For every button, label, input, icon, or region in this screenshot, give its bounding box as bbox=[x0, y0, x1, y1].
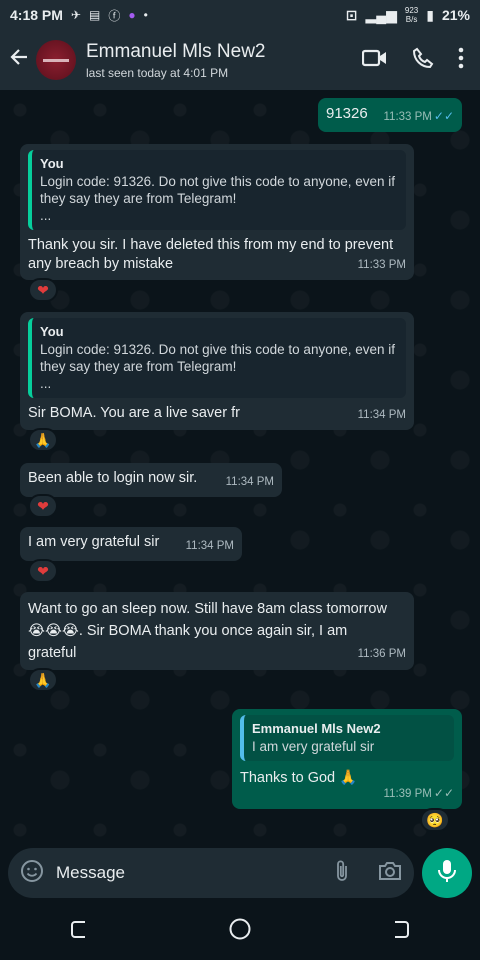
message-bubble-incoming[interactable]: I am very grateful sir 11:34 PM bbox=[20, 527, 242, 561]
pray-reaction-icon: 🙏 bbox=[34, 431, 52, 448]
voice-message-button[interactable] bbox=[422, 848, 472, 898]
read-ticks-icon: ✓✓ bbox=[433, 786, 454, 800]
message-time: 11:39 PM ✓✓ bbox=[383, 786, 454, 800]
message-bubble-outgoing[interactable]: 91326 11:33 PM ✓✓ bbox=[318, 98, 462, 132]
message-text: Thank you sir. I have deleted this from … bbox=[28, 237, 394, 272]
last-seen: last seen today at 4:01 PM bbox=[86, 65, 229, 80]
heart-reaction-icon: ❤ bbox=[37, 281, 49, 298]
camera-icon[interactable] bbox=[378, 861, 402, 886]
network-speed: 923 B/s bbox=[405, 6, 418, 24]
message-time: 11:34 PM bbox=[185, 540, 234, 552]
reaction-badge[interactable]: ❤ bbox=[28, 559, 58, 583]
contact-info[interactable]: Emmanuel Mls New2 last seen today at 4:0… bbox=[86, 41, 266, 80]
reaction-badge[interactable]: 🥺 bbox=[420, 808, 450, 832]
heart-reaction-icon: ❤ bbox=[37, 497, 49, 514]
message-time: 11:34 PM bbox=[357, 409, 406, 421]
quote-text: Login code: 91326. Do not give this code… bbox=[40, 174, 396, 206]
message-text: I am very grateful sir bbox=[28, 534, 160, 550]
message-time: 11:33 PM bbox=[357, 259, 406, 271]
reaction-badge[interactable]: 🙏 bbox=[28, 668, 58, 692]
message-bubble-incoming[interactable]: Want to go an sleep now. Still have 8am … bbox=[20, 592, 414, 670]
message-bubble-incoming[interactable]: You Login code: 91326. Do not give this … bbox=[20, 144, 414, 280]
chat-header: Emmanuel Mls New2 last seen today at 4:0… bbox=[0, 30, 480, 90]
facebook-icon: ⓕ bbox=[108, 8, 121, 23]
phone-call-icon[interactable] bbox=[412, 47, 434, 74]
quoted-message[interactable]: Emmanuel Mls New2 I am very grateful sir bbox=[240, 715, 454, 761]
status-right: ⊡ ▂▄▆ 923 B/s ▮ 21% bbox=[346, 6, 470, 24]
status-bar: 4:18 PM ✈ ▤ ⓕ ● • ⊡ ▂▄▆ 923 B/s ▮ 21% bbox=[0, 0, 480, 30]
quoted-message[interactable]: You Login code: 91326. Do not give this … bbox=[28, 150, 406, 230]
contact-name: Emmanuel Mls New2 bbox=[86, 40, 266, 62]
message-bubble-incoming[interactable]: Been able to login now sir. 11:34 PM bbox=[20, 463, 282, 497]
message-time: 11:34 PM bbox=[225, 476, 274, 488]
message-bubble-incoming[interactable]: You Login code: 91326. Do not give this … bbox=[20, 312, 414, 430]
message-time: 11:36 PM bbox=[357, 648, 406, 660]
quote-sender: Emmanuel Mls New2 bbox=[252, 721, 381, 736]
message-text: Been able to login now sir. bbox=[28, 470, 198, 486]
quote-text: Login code: 91326. Do not give this code… bbox=[40, 342, 396, 374]
message-text: 91326 bbox=[326, 105, 368, 122]
speed-value: 923 bbox=[404, 6, 419, 15]
back-nav-icon[interactable] bbox=[389, 918, 411, 945]
video-call-icon[interactable] bbox=[361, 48, 388, 73]
quote-more: ... bbox=[40, 208, 52, 223]
back-arrow-icon[interactable] bbox=[2, 46, 36, 74]
quote-sender: You bbox=[40, 324, 64, 339]
message-text: Want to go an sleep now. Still have 8am … bbox=[28, 601, 387, 661]
notes-icon: ▤ bbox=[88, 8, 101, 22]
speed-unit: B/s bbox=[405, 15, 418, 24]
vibrate-icon: ⊡ bbox=[345, 6, 358, 23]
home-icon[interactable] bbox=[228, 917, 252, 946]
pleading-reaction-icon: 🥺 bbox=[426, 811, 444, 828]
read-ticks-icon: ✓✓ bbox=[433, 109, 454, 123]
message-input[interactable] bbox=[44, 863, 334, 883]
message-box bbox=[8, 848, 414, 898]
reaction-badge[interactable]: ❤ bbox=[28, 278, 58, 302]
message-text: Sir BOMA. You are a live saver fr bbox=[28, 405, 240, 421]
chat-area[interactable]: 91326 11:33 PM ✓✓ You Login code: 91326. … bbox=[0, 90, 480, 842]
avatar[interactable] bbox=[36, 40, 76, 80]
heart-reaction-icon: ❤ bbox=[37, 562, 49, 579]
attach-icon[interactable] bbox=[334, 859, 350, 888]
status-time: 4:18 PM bbox=[10, 7, 63, 23]
quote-sender: You bbox=[40, 156, 64, 171]
pray-reaction-icon: 🙏 bbox=[34, 671, 52, 688]
recent-apps-icon[interactable] bbox=[69, 918, 91, 945]
signal-icon: ▂▄▆ bbox=[365, 6, 397, 23]
battery-icon: ▮ bbox=[426, 6, 434, 23]
message-time: 11:33 PM ✓✓ bbox=[383, 109, 454, 123]
status-left: 4:18 PM ✈ ▤ ⓕ ● • bbox=[10, 7, 148, 24]
quoted-message[interactable]: You Login code: 91326. Do not give this … bbox=[28, 318, 406, 398]
telegram-icon: ✈ bbox=[70, 8, 81, 22]
more-notifications-icon: • bbox=[143, 8, 148, 22]
header-actions bbox=[361, 47, 464, 74]
composer bbox=[0, 842, 480, 902]
message-bubble-outgoing[interactable]: Emmanuel Mls New2 I am very grateful sir… bbox=[232, 709, 462, 809]
more-options-icon[interactable] bbox=[458, 47, 464, 74]
system-nav-bar bbox=[0, 902, 480, 960]
emoji-icon[interactable] bbox=[20, 859, 44, 888]
battery-level: 21% bbox=[441, 7, 470, 23]
reaction-badge[interactable]: 🙏 bbox=[28, 428, 58, 452]
quote-text: I am very grateful sir bbox=[252, 739, 375, 754]
microphone-icon bbox=[437, 859, 457, 888]
reaction-badge[interactable]: ❤ bbox=[28, 494, 58, 518]
quote-more: ... bbox=[40, 376, 52, 391]
app-notification-icon: ● bbox=[128, 8, 136, 22]
